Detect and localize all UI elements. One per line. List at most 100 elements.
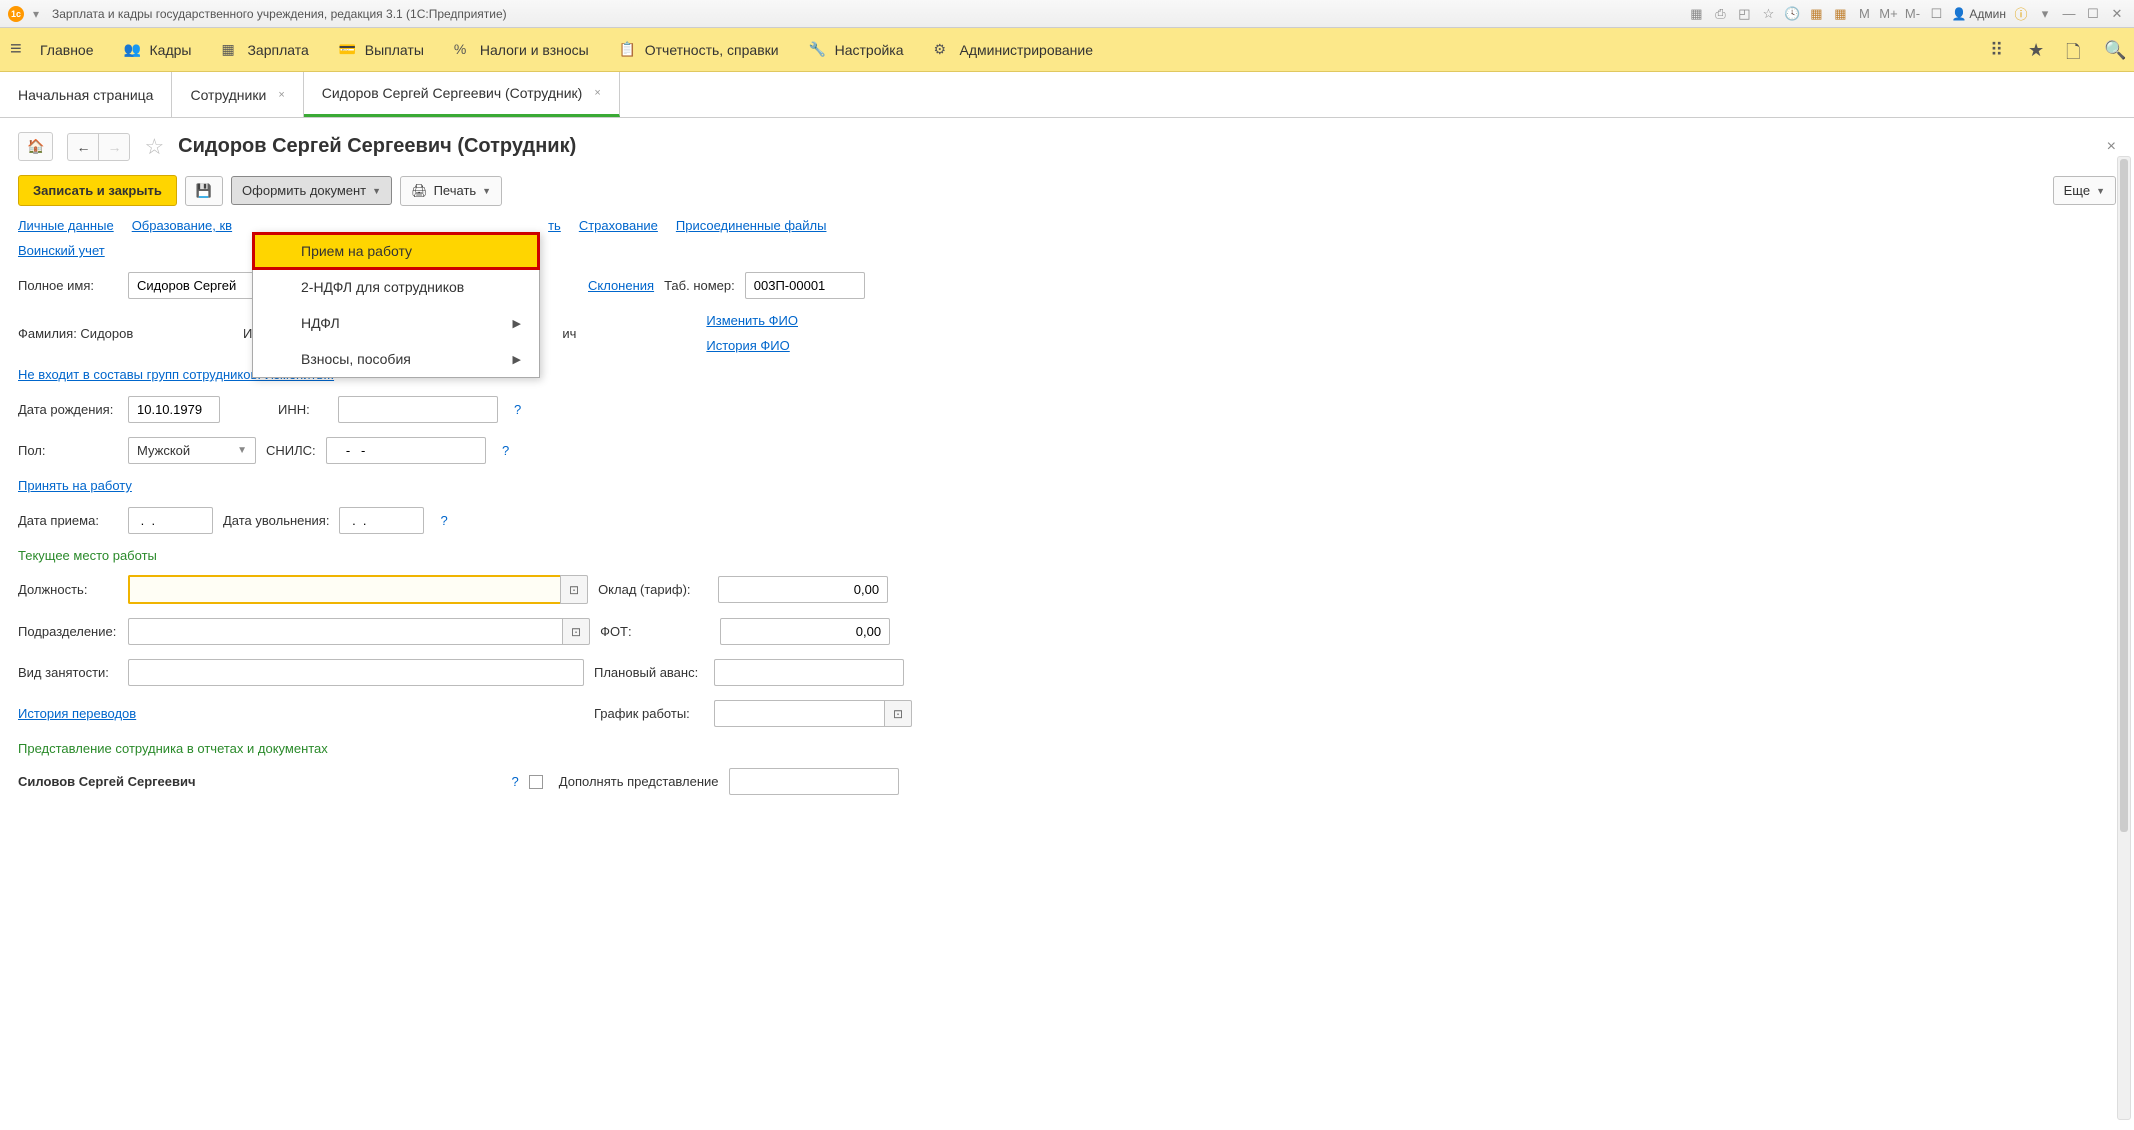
info-icon[interactable]: ⓘ: [2012, 5, 2030, 23]
home-button[interactable]: 🏠: [18, 132, 53, 161]
dd-ndfl[interactable]: НДФЛ▶: [253, 305, 539, 341]
back-button[interactable]: ←: [67, 133, 98, 161]
position-input[interactable]: [128, 575, 560, 604]
save-button[interactable]: 💾: [185, 176, 223, 206]
menu-main[interactable]: Главное: [40, 41, 94, 59]
tb-icon-3[interactable]: ◰: [1735, 5, 1753, 23]
link-education[interactable]: Образование, кв: [132, 218, 232, 233]
link-attached-files[interactable]: Присоединенные файлы: [676, 218, 827, 233]
more-button[interactable]: Еще ▼: [2053, 176, 2116, 205]
schedule-input[interactable]: [714, 700, 884, 727]
tb-dd2-icon[interactable]: ▾: [2036, 5, 2054, 23]
menu-payments[interactable]: 💳Выплаты: [339, 41, 424, 59]
menu-admin[interactable]: ⚙Администрирование: [934, 41, 1094, 59]
chevron-down-icon: ▼: [237, 445, 247, 456]
link-personal-data[interactable]: Личные данные: [18, 218, 114, 233]
fot-input[interactable]: [720, 618, 890, 645]
titlebar: 1c ▾ Зарплата и кадры государственного у…: [0, 0, 2134, 28]
save-close-button[interactable]: Записать и закрыть: [18, 175, 177, 206]
rep-help-icon[interactable]: ?: [512, 774, 519, 789]
tb-panel-icon[interactable]: ☐: [1927, 5, 1945, 23]
dismiss-date-label: Дата увольнения:: [223, 513, 329, 528]
surname-label: Фамилия: Сидоров: [18, 326, 233, 341]
page-close-icon[interactable]: ×: [2107, 138, 2116, 156]
position-picker-button[interactable]: ⊡: [560, 575, 588, 604]
hamburger-icon[interactable]: ≡: [10, 38, 40, 61]
create-document-dropdown: Прием на работу 2-НДФЛ для сотрудников Н…: [252, 232, 540, 378]
tab-close-icon[interactable]: ×: [278, 89, 284, 101]
tb-favorite-icon[interactable]: ☆: [1759, 5, 1777, 23]
page-header: 🏠 ← → ☆ Сидоров Сергей Сергеевич (Сотруд…: [0, 118, 2134, 171]
inn-help-icon[interactable]: ?: [514, 402, 521, 417]
department-picker-button[interactable]: ⊡: [562, 618, 590, 645]
link-insurance[interactable]: Страхование: [579, 218, 658, 233]
inn-input[interactable]: [338, 396, 498, 423]
advance-label: Плановый аванс:: [594, 665, 704, 680]
schedule-picker-button[interactable]: ⊡: [884, 700, 912, 727]
snils-input[interactable]: [326, 437, 486, 464]
tab-employee-sidorov[interactable]: Сидоров Сергей Сергеевич (Сотрудник)×: [304, 72, 620, 117]
tb-history-icon[interactable]: 🕓: [1783, 5, 1801, 23]
menu-personnel[interactable]: 👥Кадры: [124, 41, 192, 59]
link-military[interactable]: Воинский учет: [18, 243, 105, 258]
menubar: ≡ Главное 👥Кадры ▦Зарплата 💳Выплаты %Нал…: [0, 28, 2134, 72]
supplement-input[interactable]: [729, 768, 899, 795]
dismiss-help-icon[interactable]: ?: [440, 513, 447, 528]
transfers-link[interactable]: История переводов: [18, 706, 584, 721]
tb-icon-1[interactable]: ▦: [1687, 5, 1705, 23]
tb-mminus-icon[interactable]: M-: [1903, 5, 1921, 23]
titlebar-dropdown-icon[interactable]: ▾: [28, 6, 44, 22]
schedule-label: График работы:: [594, 706, 704, 721]
tab-employees[interactable]: Сотрудники×: [172, 72, 303, 117]
tb-calendar2-icon[interactable]: ▦: [1831, 5, 1849, 23]
user-label[interactable]: 👤 Админ: [1951, 7, 2006, 21]
create-document-button[interactable]: Оформить документ ▼: [231, 176, 392, 205]
change-fio-link[interactable]: Изменить ФИО: [706, 313, 798, 328]
menu-salary[interactable]: ▦Зарплата: [221, 41, 308, 59]
tab-start-page[interactable]: Начальная страница: [0, 72, 172, 117]
dd-hire-employee[interactable]: Прием на работу: [253, 233, 539, 269]
tab-close-icon[interactable]: ×: [594, 87, 600, 99]
menu-taxes[interactable]: %Налоги и взносы: [454, 41, 589, 59]
full-name-input[interactable]: [128, 272, 258, 299]
dd-2ndfl[interactable]: 2-НДФЛ для сотрудников: [253, 269, 539, 305]
dd-contributions[interactable]: Взносы, пособия▶: [253, 341, 539, 377]
wallet-icon: 💳: [339, 41, 357, 59]
gender-select[interactable]: Мужской▼: [128, 437, 256, 464]
chevron-right-icon: ▶: [513, 353, 521, 366]
gender-label: Пол:: [18, 443, 118, 458]
maximize-icon[interactable]: ☐: [2084, 5, 2102, 23]
tb-calendar-icon[interactable]: ▦: [1807, 5, 1825, 23]
supplement-checkbox[interactable]: [529, 775, 543, 789]
forward-button[interactable]: →: [98, 133, 130, 161]
dismiss-date-input[interactable]: [339, 507, 424, 534]
search-icon[interactable]: 🔍: [2104, 40, 2124, 60]
employment-type-label: Вид занятости:: [18, 665, 118, 680]
hire-link[interactable]: Принять на работу: [18, 478, 132, 493]
menu-reports[interactable]: 📋Отчетность, справки: [619, 41, 779, 59]
link-partial[interactable]: ть: [548, 218, 561, 233]
advance-input[interactable]: [714, 659, 904, 686]
print-button[interactable]: 🖨 Печать ▼: [400, 176, 502, 206]
history-fio-link[interactable]: История ФИО: [706, 338, 798, 353]
close-icon[interactable]: ✕: [2108, 5, 2126, 23]
clipboard-icon[interactable]: 🗋: [2066, 40, 2086, 60]
star-icon[interactable]: ★: [2028, 40, 2048, 60]
favorite-star-icon[interactable]: ☆: [144, 134, 164, 160]
vertical-scrollbar[interactable]: [2117, 156, 2131, 1120]
tb-mplus-icon[interactable]: M+: [1879, 5, 1897, 23]
birth-date-input[interactable]: [128, 396, 220, 423]
salary-input[interactable]: [718, 576, 888, 603]
department-input[interactable]: [128, 618, 562, 645]
tb-m-icon[interactable]: M: [1855, 5, 1873, 23]
hire-date-input[interactable]: [128, 507, 213, 534]
apps-icon[interactable]: ⠿: [1990, 40, 2010, 60]
minimize-icon[interactable]: —: [2060, 5, 2078, 23]
tab-number-input[interactable]: [745, 272, 865, 299]
scrollbar-thumb[interactable]: [2120, 159, 2128, 832]
snils-help-icon[interactable]: ?: [502, 443, 509, 458]
menu-settings[interactable]: 🔧Настройка: [809, 41, 904, 59]
declensions-link[interactable]: Склонения: [588, 278, 654, 293]
tb-icon-2[interactable]: ⎙: [1711, 5, 1729, 23]
employment-type-input[interactable]: [128, 659, 584, 686]
